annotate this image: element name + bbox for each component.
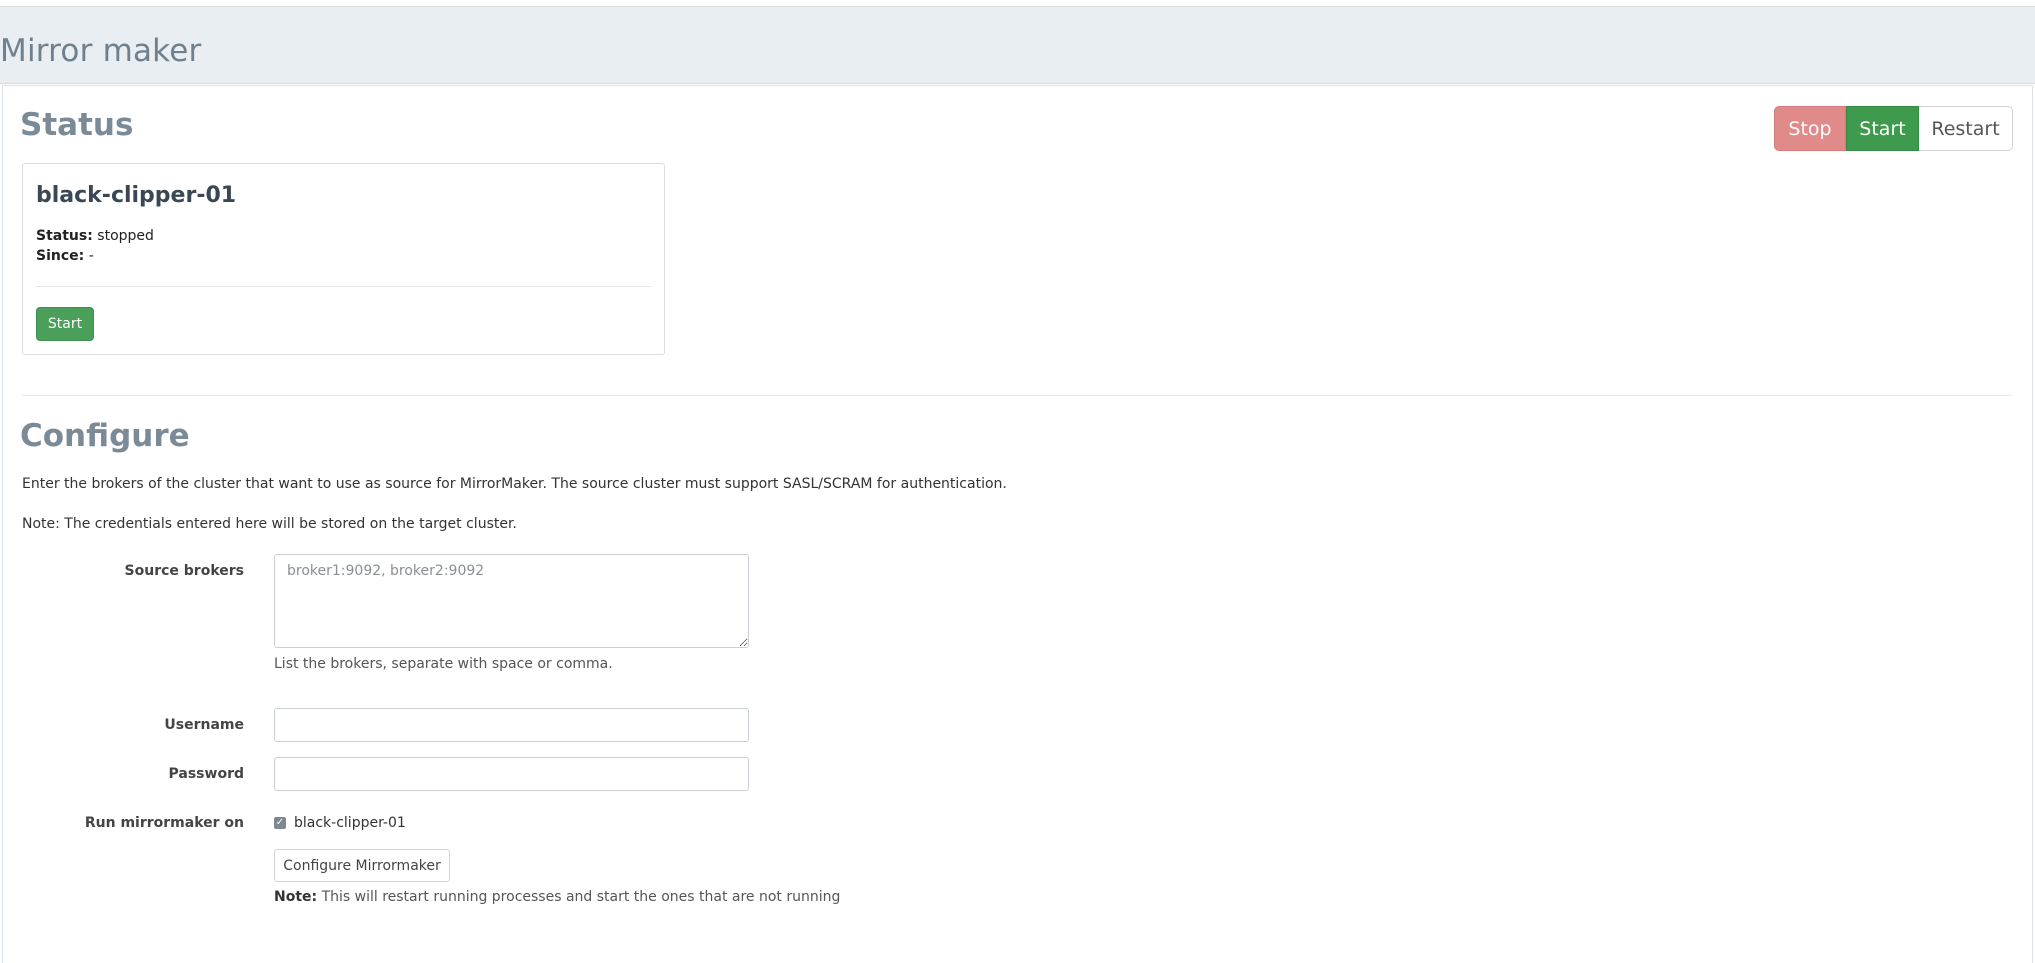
node-since-line: Since: - — [36, 248, 94, 264]
source-brokers-hint: List the brokers, separate with space or… — [274, 656, 613, 672]
node-status-value: stopped — [97, 228, 154, 244]
source-brokers-label: Source brokers — [124, 563, 244, 579]
run-node-option: ✓ black-clipper-01 — [274, 815, 406, 831]
cluster-action-buttons: Stop Start Restart — [1774, 106, 2013, 151]
restart-note-text: This will restart running processes and … — [317, 889, 841, 905]
password-label: Password — [168, 766, 244, 782]
node-status-card: black-clipper-01 Status: stopped Since: … — [22, 163, 665, 355]
username-input[interactable] — [274, 708, 749, 742]
configure-section-title: Configure — [20, 418, 190, 454]
page-header: Mirror maker — [0, 6, 2035, 84]
node-name: black-clipper-01 — [36, 183, 237, 208]
node-card-divider — [36, 286, 651, 287]
stop-button[interactable]: Stop — [1774, 106, 1846, 151]
run-mirrormaker-on-label: Run mirrormaker on — [84, 815, 244, 831]
page-title: Mirror maker — [0, 33, 202, 69]
restart-note: Note: This will restart running processe… — [274, 889, 840, 905]
username-label: Username — [164, 717, 244, 733]
source-brokers-textarea[interactable] — [274, 554, 749, 648]
run-node-checkbox[interactable]: ✓ — [274, 817, 286, 829]
node-since-label: Since: — [36, 248, 85, 264]
configure-description: Enter the brokers of the cluster that wa… — [22, 476, 1007, 492]
configure-mirrormaker-button[interactable]: Configure Mirrormaker — [274, 849, 450, 882]
node-status-label: Status: — [36, 228, 93, 244]
restart-button[interactable]: Restart — [1919, 106, 2013, 151]
status-section-title: Status — [20, 107, 134, 143]
password-input[interactable] — [274, 757, 749, 791]
node-start-button[interactable]: Start — [36, 307, 94, 341]
node-since-value: - — [88, 248, 94, 264]
restart-note-label: Note: — [274, 889, 318, 905]
start-button[interactable]: Start — [1846, 106, 1919, 151]
configure-credentials-note: Note: The credentials entered here will … — [22, 516, 517, 532]
run-node-label: black-clipper-01 — [294, 815, 406, 831]
section-divider — [22, 395, 2012, 396]
node-status-line: Status: stopped — [36, 228, 154, 244]
